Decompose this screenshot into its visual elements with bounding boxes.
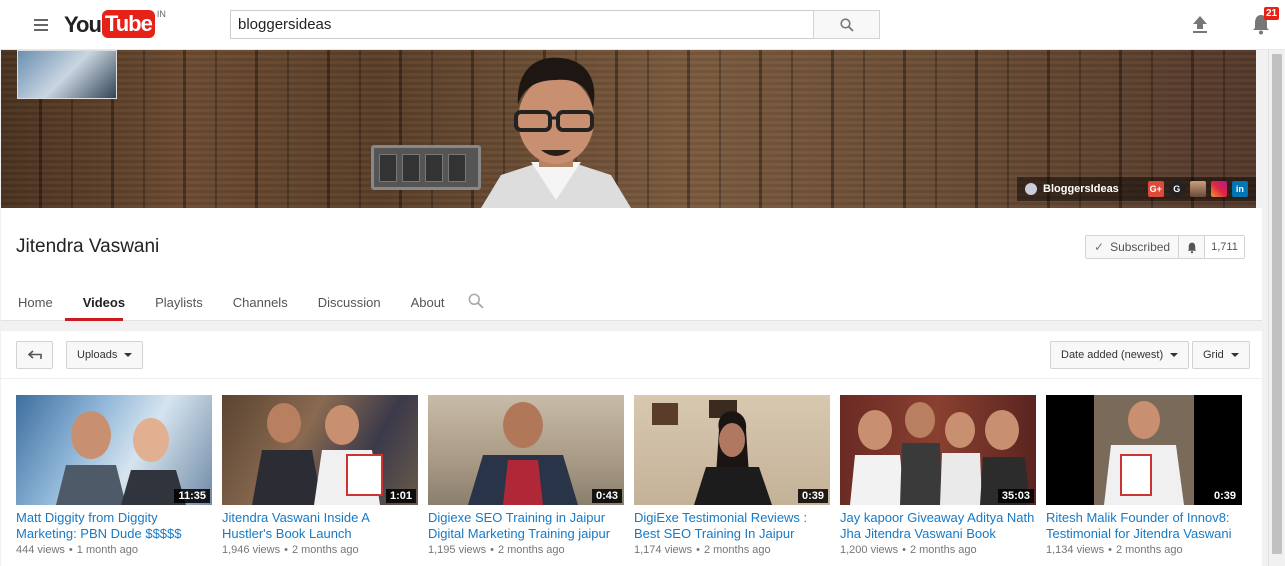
tab-about[interactable]: About xyxy=(394,290,458,321)
video-card[interactable]: 0:43 Digiexe SEO Training in Jaipur Digi… xyxy=(428,395,624,556)
scrollbar-thumb[interactable] xyxy=(1272,54,1282,554)
channel-avatar[interactable] xyxy=(17,50,117,99)
video-views: 444 views xyxy=(16,544,65,556)
video-title[interactable]: DigiExe Testimonial Reviews : Best SEO T… xyxy=(634,510,830,542)
video-duration: 0:43 xyxy=(591,489,622,503)
google-icon[interactable]: G xyxy=(1168,181,1185,197)
search-icon xyxy=(840,18,854,32)
video-age: 2 months ago xyxy=(1115,544,1183,556)
subscribed-label: Subscribed xyxy=(1110,240,1171,254)
active-tab-indicator xyxy=(65,318,123,321)
video-views: 1,200 views xyxy=(840,544,899,556)
back-button[interactable] xyxy=(16,341,53,369)
video-title[interactable]: Matt Diggity from Diggity Marketing: PBN… xyxy=(16,510,212,542)
subscribe-group: ✓ Subscribed 1,711 xyxy=(1085,235,1245,259)
video-duration: 35:03 xyxy=(997,489,1034,503)
video-views: 1,195 views xyxy=(428,544,487,556)
video-meta: 1,200 views • 2 months ago xyxy=(840,544,977,556)
uploads-dropdown[interactable]: Uploads xyxy=(66,341,144,369)
search-input[interactable] xyxy=(230,10,814,39)
view-dropdown[interactable]: Grid xyxy=(1192,341,1250,369)
profile-icon[interactable] xyxy=(1189,181,1206,197)
videos-section: Uploads Date added (newest) Grid 11:35 M… xyxy=(1,331,1262,566)
youtube-logo[interactable]: You Tube IN xyxy=(64,9,166,40)
channel-tabs: Home Videos Playlists Channels Discussio… xyxy=(1,290,484,321)
check-icon: ✓ xyxy=(1094,240,1105,254)
video-thumbnail[interactable]: 1:01 xyxy=(222,395,418,505)
video-views: 1,946 views xyxy=(222,544,281,556)
video-thumbnail[interactable]: 0:43 xyxy=(428,395,624,505)
sort-dropdown[interactable]: Date added (newest) xyxy=(1050,341,1190,369)
video-age: 2 months ago xyxy=(291,544,359,556)
banner-site-label: BloggersIdeas xyxy=(1043,183,1119,195)
view-label: Grid xyxy=(1203,349,1224,361)
menu-icon[interactable] xyxy=(30,16,52,34)
back-arrow-icon xyxy=(27,350,42,359)
video-age: 2 months ago xyxy=(909,544,977,556)
video-title[interactable]: Jay kapoor Giveaway Aditya Nath Jha Jite… xyxy=(840,510,1036,542)
video-card[interactable]: 0:39 DigiExe Testimonial Reviews : Best … xyxy=(634,395,830,556)
tab-videos[interactable]: Videos xyxy=(66,290,138,321)
video-card[interactable]: 35:03 Jay kapoor Giveaway Aditya Nath Jh… xyxy=(840,395,1036,556)
video-card[interactable]: 0:39 Ritesh Malik Founder of Innov8: Tes… xyxy=(1046,395,1242,556)
video-grid: 11:35 Matt Diggity from Diggity Marketin… xyxy=(16,395,1252,556)
logo-tube: Tube xyxy=(101,10,155,38)
video-meta: 1,174 views • 2 months ago xyxy=(634,544,771,556)
channel-banner: BloggersIdeas G+ G in xyxy=(1,50,1256,208)
channel-title[interactable]: Jitendra Vaswani xyxy=(16,236,159,258)
channel-search-icon[interactable] xyxy=(468,293,484,309)
banner-links: BloggersIdeas G+ G in xyxy=(1017,177,1256,201)
uploads-label: Uploads xyxy=(77,349,118,361)
subscribed-button[interactable]: ✓ Subscribed xyxy=(1086,236,1180,258)
globe-icon xyxy=(1025,183,1037,195)
video-thumbnail[interactable]: 0:39 xyxy=(634,395,830,505)
video-title[interactable]: Jitendra Vaswani Inside A Hustler's Book… xyxy=(222,510,418,542)
google-plus-icon[interactable]: G+ xyxy=(1147,181,1164,197)
video-card[interactable]: 1:01 Jitendra Vaswani Inside A Hustler's… xyxy=(222,395,418,556)
logo-country-code: IN xyxy=(156,9,166,19)
video-thumbnail[interactable]: 35:03 xyxy=(840,395,1036,505)
video-views: 1,174 views xyxy=(634,544,693,556)
channel-header: Jitendra Vaswani ✓ Subscribed 1,711 Home… xyxy=(1,208,1262,321)
linkedin-icon[interactable]: in xyxy=(1231,181,1248,197)
notification-count-badge: 21 xyxy=(1264,7,1280,20)
video-duration: 1:01 xyxy=(385,489,416,503)
chevron-down-icon xyxy=(1230,353,1239,357)
tab-discussion[interactable]: Discussion xyxy=(301,290,394,321)
video-age: 1 month ago xyxy=(76,544,138,556)
banner-person-image xyxy=(481,57,631,208)
video-age: 2 months ago xyxy=(497,544,565,556)
video-meta: 1,946 views • 2 months ago xyxy=(222,544,359,556)
video-card[interactable]: 11:35 Matt Diggity from Diggity Marketin… xyxy=(16,395,212,556)
video-duration: 0:39 xyxy=(1209,489,1240,503)
video-meta: 444 views • 1 month ago xyxy=(16,544,138,556)
subscriber-count: 1,711 xyxy=(1205,236,1244,258)
page-scrollbar[interactable] xyxy=(1268,50,1285,566)
video-duration: 11:35 xyxy=(174,489,210,503)
tab-home[interactable]: Home xyxy=(1,290,66,321)
search-button[interactable] xyxy=(813,10,880,39)
video-title[interactable]: Digiexe SEO Training in Jaipur Digital M… xyxy=(428,510,624,542)
chevron-down-icon xyxy=(124,353,133,357)
instagram-icon[interactable] xyxy=(1210,181,1227,197)
tab-channels[interactable]: Channels xyxy=(216,290,301,321)
video-duration: 0:39 xyxy=(797,489,828,503)
video-meta: 1,195 views • 2 months ago xyxy=(428,544,565,556)
videos-toolbar: Uploads Date added (newest) Grid xyxy=(1,331,1262,379)
video-thumbnail[interactable]: 11:35 xyxy=(16,395,212,505)
logo-you: You xyxy=(64,12,102,37)
chevron-down-icon xyxy=(1170,353,1179,357)
video-views: 1,134 views xyxy=(1046,544,1105,556)
video-thumbnail[interactable]: 0:39 xyxy=(1046,395,1242,505)
tab-playlists[interactable]: Playlists xyxy=(138,290,216,321)
banner-site-link[interactable]: BloggersIdeas xyxy=(1025,183,1119,195)
sort-label: Date added (newest) xyxy=(1061,349,1164,361)
upload-icon[interactable] xyxy=(1190,14,1210,34)
video-meta: 1,134 views • 2 months ago xyxy=(1046,544,1183,556)
video-age: 2 months ago xyxy=(703,544,771,556)
subscription-bell-icon[interactable] xyxy=(1179,236,1206,258)
masthead: You Tube IN 21 xyxy=(0,0,1285,50)
video-title[interactable]: Ritesh Malik Founder of Innov8: Testimon… xyxy=(1046,510,1242,542)
